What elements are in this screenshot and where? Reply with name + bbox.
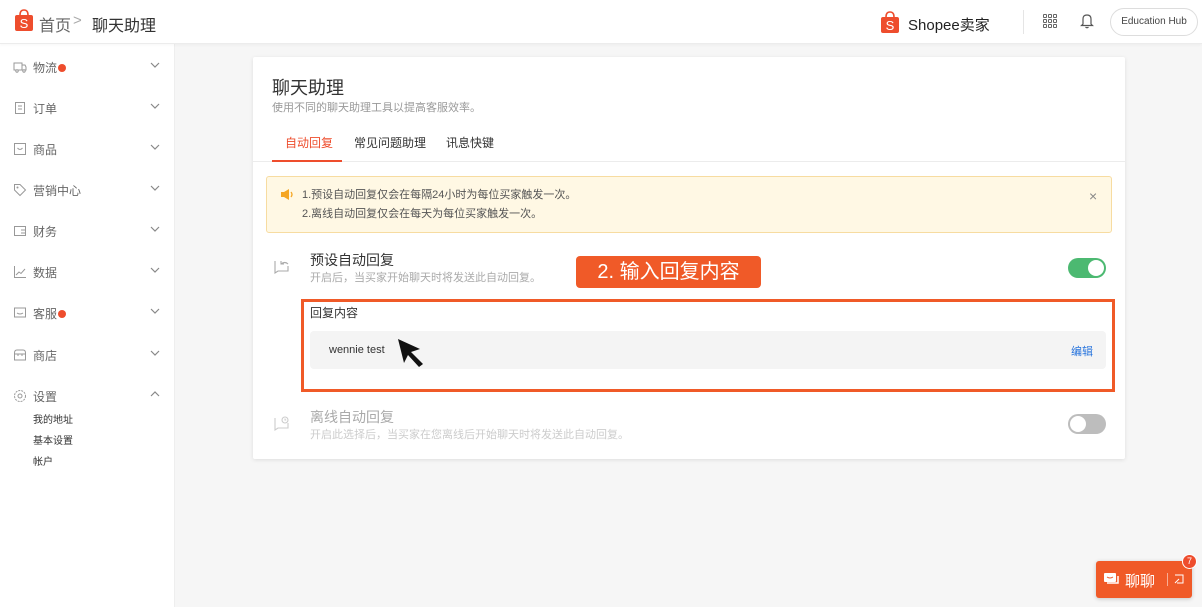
sidebar-item-settings[interactable]: 设置 <box>0 376 175 416</box>
sidebar-item-shop[interactable]: 商店 <box>0 335 175 375</box>
chevron-down-icon <box>150 350 160 356</box>
svg-text:S: S <box>20 16 29 31</box>
chat-icon <box>14 307 26 318</box>
mouse-cursor-icon <box>398 339 423 367</box>
box-icon <box>14 143 26 155</box>
store-icon <box>14 349 26 361</box>
bell-icon[interactable] <box>1080 13 1094 29</box>
sidebar-item-marketing[interactable]: 营销中心 <box>0 170 175 210</box>
chat-unread-badge: 7 <box>1182 554 1197 569</box>
top-bar: S 首页 > 聊天助理 S Shopee卖家 Education Hub <box>0 0 1202 44</box>
breadcrumb-current: 聊天助理 <box>92 18 157 35</box>
sidebar: 物流 订单 商品 营销中心 财务 数据 客服 商店 设置 我的地址 基本设置 帐… <box>0 44 175 607</box>
chevron-down-icon <box>150 144 160 150</box>
sidebar-item-logistics[interactable]: 物流 <box>0 47 175 87</box>
breadcrumb-home[interactable]: 首页 <box>39 12 71 36</box>
chart-icon <box>14 266 26 278</box>
breadcrumb-separator: > <box>73 12 82 29</box>
sidebar-item-data[interactable]: 数据 <box>0 252 175 292</box>
tag-icon <box>14 184 27 197</box>
sidebar-item-orders[interactable]: 订单 <box>0 88 175 128</box>
close-icon[interactable]: × <box>1089 189 1097 203</box>
page-subtitle: 使用不同的聊天助理工具以提高客服效率。 <box>272 102 481 114</box>
offline-reply-description: 开启此选择后，当买家在您离线后开始聊天时将发送此自动回复。 <box>310 429 629 441</box>
speaker-icon <box>281 189 293 200</box>
notice-line: 1.预设自动回复仅会在每隔24小时为每位买家触发一次。 <box>302 189 577 201</box>
sidebar-item-label: 商店 <box>33 349 58 363</box>
tab-bar: 自动回复 常见问题助理 讯息快键 <box>253 124 1125 162</box>
shopee-logo-icon[interactable]: S <box>14 9 34 31</box>
sidebar-subitem-basic-settings[interactable]: 基本设置 <box>33 432 73 447</box>
chevron-down-icon <box>150 62 160 68</box>
notification-dot <box>58 310 67 318</box>
sidebar-item-label: 订单 <box>33 102 58 116</box>
brand-name[interactable]: Shopee卖家 <box>908 14 990 35</box>
sidebar-item-products[interactable]: 商品 <box>0 129 175 169</box>
chat-widget-button[interactable]: 聊聊 <box>1096 561 1192 598</box>
sidebar-item-label: 营销中心 <box>33 184 82 198</box>
sidebar-item-customer-service[interactable]: 客服 <box>0 293 175 333</box>
notice-line: 2.离线自动回复仅会在每天为每位买家触发一次。 <box>302 208 543 220</box>
chevron-down-icon <box>150 267 160 273</box>
sidebar-item-finance[interactable]: 财务 <box>0 211 175 251</box>
sidebar-item-label: 商品 <box>33 143 58 157</box>
chat-bubble-icon <box>1104 573 1119 584</box>
tab-message-shortcuts[interactable]: 讯息快键 <box>446 134 494 162</box>
chevron-up-icon <box>150 391 160 397</box>
chevron-down-icon <box>150 226 160 232</box>
header-divider <box>1023 10 1024 34</box>
sidebar-item-label: 物流 <box>33 59 67 76</box>
truck-icon <box>13 62 27 73</box>
notification-dot <box>58 64 67 72</box>
default-reply-description: 开启后，当买家开始聊天时将发送此自动回复。 <box>310 272 541 284</box>
offline-reply-toggle[interactable] <box>1068 414 1106 434</box>
auto-reply-icon <box>274 261 289 275</box>
sidebar-subitem-my-address[interactable]: 我的地址 <box>33 411 73 426</box>
active-tab-indicator <box>272 160 342 162</box>
apps-grid-icon[interactable] <box>1043 14 1057 28</box>
tab-auto-reply[interactable]: 自动回复 <box>285 134 333 162</box>
tutorial-step-label: 2. 输入回复内容 <box>576 256 761 288</box>
minimize-icon[interactable] <box>1173 573 1185 585</box>
chevron-down-icon <box>150 308 160 314</box>
chevron-down-icon <box>150 185 160 191</box>
sidebar-item-label: 财务 <box>33 225 58 239</box>
clipboard-icon <box>15 102 25 114</box>
sidebar-item-label: 客服 <box>33 305 67 322</box>
gear-icon <box>14 390 26 402</box>
chat-widget-divider <box>1167 573 1168 586</box>
page-title: 聊天助理 <box>272 78 344 98</box>
wallet-icon <box>14 226 26 236</box>
default-reply-toggle[interactable] <box>1068 258 1106 278</box>
sidebar-item-label: 数据 <box>33 266 58 280</box>
tab-faq-assistant[interactable]: 常见问题助理 <box>354 134 426 162</box>
svg-text:S: S <box>886 18 895 33</box>
education-hub-button[interactable]: Education Hub <box>1110 8 1198 36</box>
chat-widget-label: 聊聊 <box>1125 573 1156 590</box>
sidebar-item-label: 设置 <box>33 390 58 404</box>
offline-reply-title: 离线自动回复 <box>310 409 394 425</box>
shopee-seller-logo-icon[interactable]: S <box>880 11 900 33</box>
sidebar-subitem-account[interactable]: 帐户 <box>33 453 53 468</box>
notice-banner: 1.预设自动回复仅会在每隔24小时为每位买家触发一次。 2.离线自动回复仅会在每… <box>266 176 1112 233</box>
offline-reply-icon <box>274 416 289 432</box>
chevron-down-icon <box>150 103 160 109</box>
default-reply-title: 预设自动回复 <box>310 252 394 268</box>
